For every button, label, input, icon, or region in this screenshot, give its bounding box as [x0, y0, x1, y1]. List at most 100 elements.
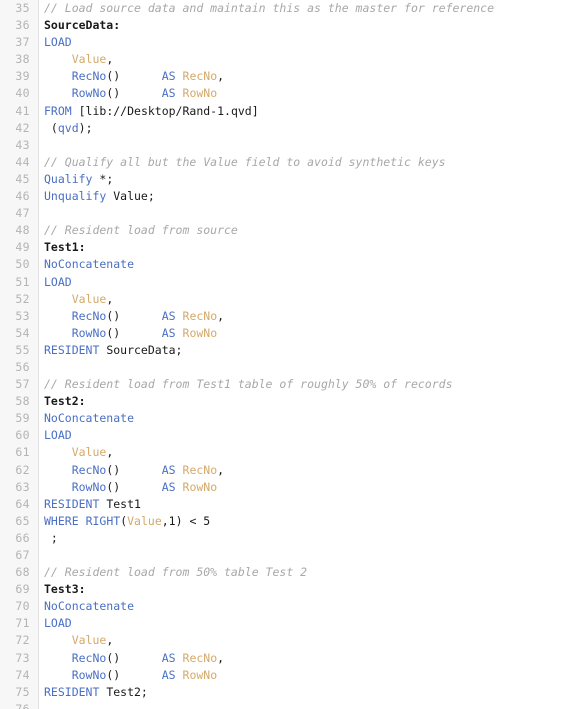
code-line[interactable]: 65 WHERE RIGHT(Value,1) < 5 — [0, 513, 584, 530]
code-line[interactable]: 43 — [0, 137, 584, 154]
code-line-text[interactable]: Test3: — [44, 581, 86, 598]
code-line[interactable]: 49 Test1: — [0, 239, 584, 256]
code-line-text[interactable]: (qvd); — [44, 120, 93, 137]
code-line[interactable]: 54 RowNo() AS RowNo — [0, 325, 584, 342]
token-kw: Qualify — [44, 171, 93, 186]
line-number: 56 — [15, 359, 30, 374]
line-number: 64 — [15, 496, 30, 511]
code-line-text[interactable]: Value, — [44, 291, 114, 308]
code-line[interactable]: 60 LOAD — [0, 427, 584, 444]
code-line-text[interactable]: // Qualify all but the Value field to av… — [44, 154, 446, 171]
code-line[interactable]: 48 // Resident load from source — [0, 222, 584, 239]
line-number: 52 — [15, 291, 30, 306]
code-line-text[interactable]: NoConcatenate — [44, 256, 134, 273]
code-line-text[interactable]: RowNo() AS RowNo — [44, 479, 217, 496]
code-line[interactable]: 46 Unqualify Value; — [0, 188, 584, 205]
code-line-text[interactable]: Test1: — [44, 239, 86, 256]
code-line[interactable]: 40 RowNo() AS RowNo — [0, 85, 584, 102]
code-line[interactable]: 64 RESIDENT Test1 — [0, 496, 584, 513]
code-line[interactable]: 56 — [0, 359, 584, 376]
code-line-text[interactable]: ; — [44, 530, 58, 547]
code-line[interactable]: 51 LOAD — [0, 274, 584, 291]
code-line-text[interactable]: RecNo() AS RecNo, — [44, 462, 224, 479]
code-line[interactable]: 69 Test3: — [0, 581, 584, 598]
code-line[interactable]: 70 NoConcatenate — [0, 598, 584, 615]
code-line[interactable]: 42 (qvd); — [0, 120, 584, 137]
code-line-text[interactable]: Test2: — [44, 393, 86, 410]
token-fld: RecNo — [182, 308, 218, 323]
code-line[interactable]: 72 Value, — [0, 632, 584, 649]
code-line-text[interactable]: RESIDENT SourceData; — [44, 342, 182, 359]
code-line-text[interactable]: // Resident load from 50% table Test 2 — [44, 564, 307, 581]
code-line[interactable]: 74 RowNo() AS RowNo — [0, 667, 584, 684]
code-line-text[interactable]: Value, — [44, 51, 114, 68]
code-line-text[interactable]: SourceData: — [44, 17, 120, 34]
code-line-text[interactable]: RecNo() AS RecNo, — [44, 68, 224, 85]
code-line[interactable]: 76 — [0, 701, 584, 709]
code-line[interactable]: 61 Value, — [0, 444, 584, 461]
code-line[interactable]: 58 Test2: — [0, 393, 584, 410]
code-line[interactable]: 36 SourceData: — [0, 17, 584, 34]
code-line[interactable]: 59 NoConcatenate — [0, 410, 584, 427]
code-line[interactable]: 53 RecNo() AS RecNo, — [0, 308, 584, 325]
code-line-text[interactable]: NoConcatenate — [44, 598, 134, 615]
code-line-text[interactable]: Value, — [44, 632, 114, 649]
code-line[interactable]: 45 Qualify *; — [0, 171, 584, 188]
code-line-text[interactable]: // Resident load from Test1 table of rou… — [44, 376, 453, 393]
token-fn: RecNo — [71, 308, 107, 323]
line-number: 54 — [15, 325, 30, 340]
code-line[interactable]: 38 Value, — [0, 51, 584, 68]
code-line-text[interactable]: RESIDENT Test1 — [44, 496, 141, 513]
code-line-text[interactable]: LOAD — [44, 615, 72, 632]
code-line[interactable]: 73 RecNo() AS RecNo, — [0, 650, 584, 667]
code-line[interactable]: 41 FROM [lib://Desktop/Rand-1.qvd] — [0, 103, 584, 120]
load-script-editor[interactable]: 35 // Load source data and maintain this … — [0, 0, 584, 709]
code-line-text[interactable]: RecNo() AS RecNo, — [44, 308, 224, 325]
code-lines-container[interactable]: 35 // Load source data and maintain this … — [0, 0, 584, 709]
code-line[interactable]: 75 RESIDENT Test2; — [0, 684, 584, 701]
code-line-text[interactable]: LOAD — [44, 427, 72, 444]
code-line-text[interactable]: LOAD — [44, 34, 72, 51]
code-line[interactable]: 44 // Qualify all but the Value field to … — [0, 154, 584, 171]
line-number: 40 — [15, 86, 30, 101]
code-line[interactable]: 39 RecNo() AS RecNo, — [0, 68, 584, 85]
line-number: 55 — [15, 342, 30, 357]
code-line-text[interactable]: RowNo() AS RowNo — [44, 85, 217, 102]
code-line[interactable]: 71 LOAD — [0, 615, 584, 632]
code-line-text[interactable]: // Load source data and maintain this as… — [44, 0, 494, 17]
code-line-text[interactable]: Qualify *; — [44, 171, 113, 188]
code-line-text[interactable]: RESIDENT Test2; — [44, 684, 148, 701]
code-line-text[interactable]: Value, — [44, 444, 114, 461]
code-line-text[interactable]: WHERE RIGHT(Value,1) < 5 — [44, 513, 210, 530]
code-line-text[interactable]: FROM [lib://Desktop/Rand-1.qvd] — [44, 103, 259, 120]
code-line[interactable]: 66 ; — [0, 530, 584, 547]
code-line[interactable]: 47 — [0, 205, 584, 222]
line-number: 39 — [15, 69, 30, 84]
line-number: 53 — [15, 308, 30, 323]
code-line[interactable]: 55 RESIDENT SourceData; — [0, 342, 584, 359]
line-number: 61 — [15, 445, 30, 460]
code-line-text[interactable]: RowNo() AS RowNo — [44, 667, 217, 684]
code-line[interactable]: 50 NoConcatenate — [0, 256, 584, 273]
code-line-text[interactable]: Unqualify Value; — [44, 188, 155, 205]
code-line-text[interactable]: // Resident load from source — [44, 222, 238, 239]
token-kw: WHERE — [44, 513, 79, 528]
code-line[interactable]: 57 // Resident load from Test1 table of r… — [0, 376, 584, 393]
code-line-text[interactable]: RowNo() AS RowNo — [44, 325, 217, 342]
code-line[interactable]: 68 // Resident load from 50% table Test 2 — [0, 564, 584, 581]
code-line-text[interactable]: RecNo() AS RecNo, — [44, 650, 224, 667]
code-line[interactable]: 35 // Load source data and maintain this … — [0, 0, 584, 17]
code-line[interactable]: 52 Value, — [0, 291, 584, 308]
code-line-text[interactable]: LOAD — [44, 274, 72, 291]
token-tbl: SourceData: — [44, 18, 121, 33]
code-line[interactable]: 67 — [0, 547, 584, 564]
code-line-text[interactable]: NoConcatenate — [44, 410, 134, 427]
code-line[interactable]: 37 LOAD — [0, 34, 584, 51]
code-line[interactable]: 63 RowNo() AS RowNo — [0, 479, 584, 496]
code-line[interactable]: 62 RecNo() AS RecNo, — [0, 462, 584, 479]
token-fld: RowNo — [182, 667, 218, 682]
token-kw: AS — [161, 479, 176, 494]
